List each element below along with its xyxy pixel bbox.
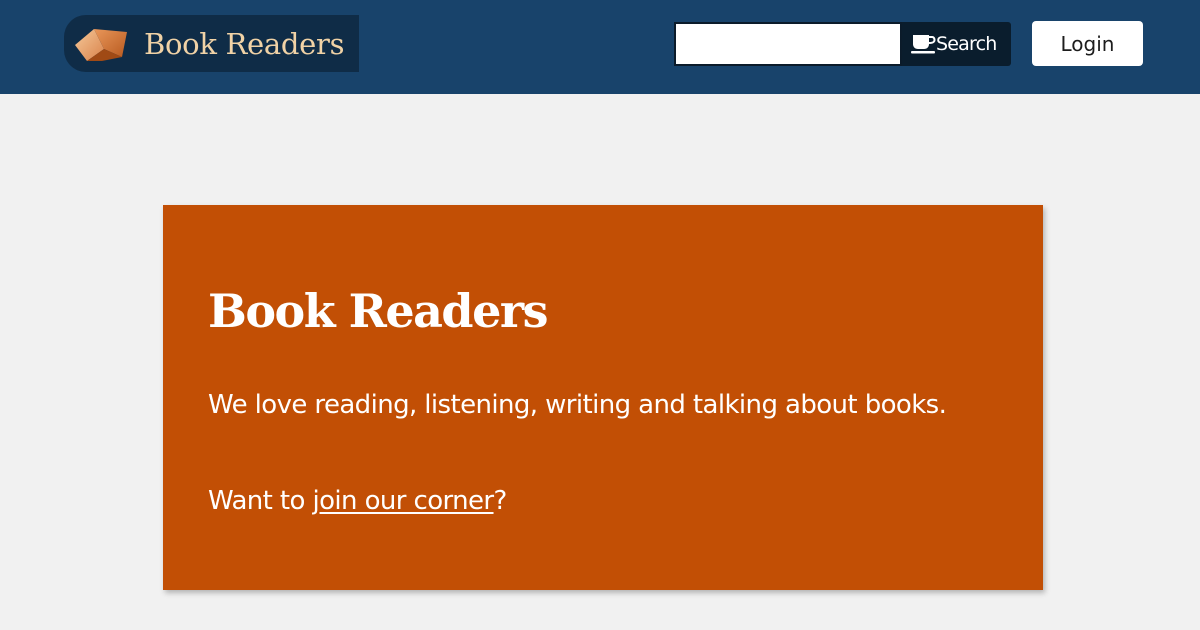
coffee-cup-icon: [911, 35, 936, 54]
search-form: Search: [674, 22, 1011, 66]
search-button[interactable]: Search: [902, 22, 1011, 66]
brand-name: Book Readers: [144, 27, 345, 61]
top-navbar: Book Readers Search Login: [0, 0, 1200, 94]
hero-description: We love reading, listening, writing and …: [208, 390, 947, 420]
hero-title: Book Readers: [208, 284, 549, 338]
open-book-icon: [75, 29, 127, 61]
cta-prefix: Want to: [208, 486, 313, 516]
login-button[interactable]: Login: [1032, 21, 1143, 66]
search-button-label: Search: [936, 33, 997, 55]
hero-call-to-action: Want to join our corner?: [208, 485, 507, 518]
hero-card: Book Readers We love reading, listening,…: [163, 205, 1043, 590]
join-corner-link[interactable]: join our corner: [312, 486, 494, 516]
cta-suffix: ?: [493, 486, 508, 516]
brand-home-link[interactable]: Book Readers: [64, 15, 359, 72]
search-input[interactable]: [674, 22, 902, 66]
